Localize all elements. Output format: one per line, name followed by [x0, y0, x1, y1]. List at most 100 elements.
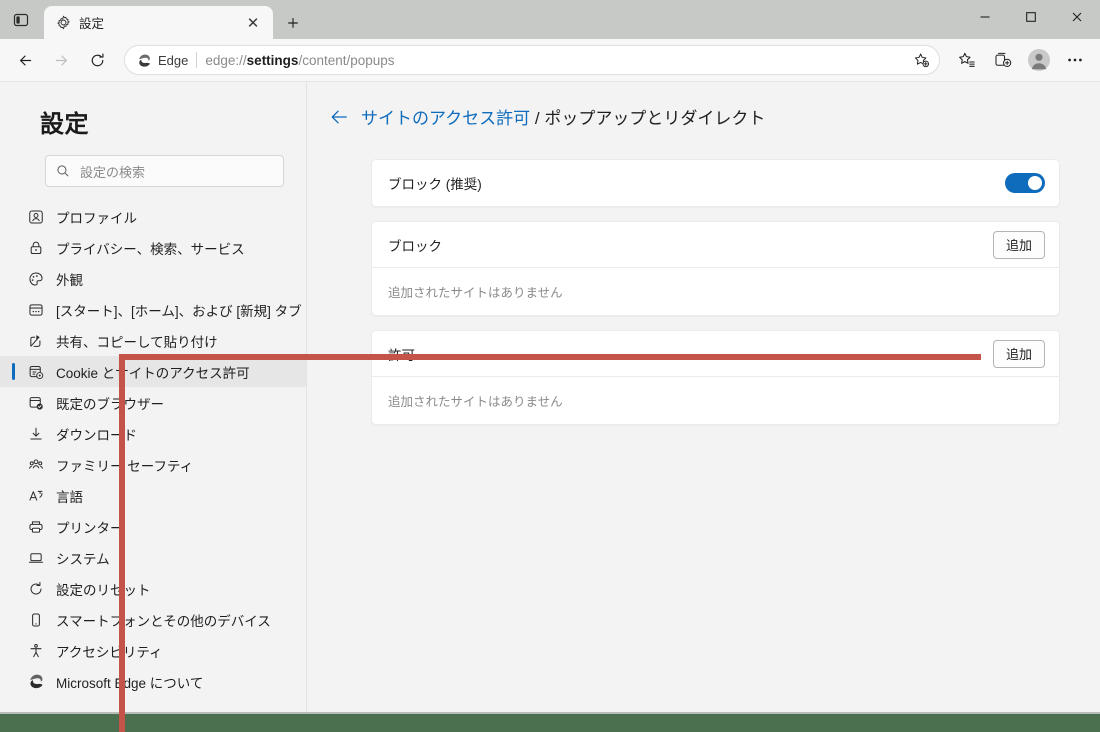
sidebar-item-label: 共有、コピーして貼り付け	[56, 334, 218, 350]
url-suffix: /content/popups	[298, 52, 395, 68]
maximize-button[interactable]	[1008, 0, 1054, 33]
omnibox-divider	[196, 52, 198, 68]
sidebar-item-label: プライバシー、検索、サービス	[56, 241, 245, 257]
toggle-knob	[1028, 176, 1042, 190]
sidebar-item-label: 既定のブラウザー	[56, 396, 164, 412]
block-popups-toggle[interactable]	[1005, 173, 1045, 193]
edge-logo-icon	[137, 53, 152, 68]
lock-icon	[27, 239, 45, 257]
settings-sidebar: 設定 設定の検索 プロファイル プライバシー、検索、サービス 外観 [スタート]…	[0, 82, 307, 712]
settings-page: 設定 設定の検索 プロファイル プライバシー、検索、サービス 外観 [スタート]…	[0, 82, 1100, 712]
palette-icon	[27, 270, 45, 288]
tab-close-button[interactable]: ✕	[241, 11, 265, 35]
sidebar-item-profile[interactable]: プロファイル	[0, 201, 306, 232]
url-text: edge://settings/content/popups	[205, 53, 899, 68]
breadcrumb-current: ポップアップとリダイレクト	[544, 109, 766, 128]
settings-nav: プロファイル プライバシー、検索、サービス 外観 [スタート]、[ホーム]、およ…	[0, 201, 306, 697]
back-button[interactable]	[8, 43, 42, 77]
reset-icon	[27, 580, 45, 598]
collections-icon[interactable]	[986, 43, 1020, 77]
sidebar-item-label: プロファイル	[56, 210, 137, 226]
sidebar-item-share-copy-paste[interactable]: 共有、コピーして貼り付け	[0, 325, 306, 356]
sidebar-item-printers[interactable]: プリンター	[0, 511, 306, 542]
edge-logo-icon	[27, 673, 45, 691]
breadcrumb-separator: /	[530, 109, 545, 128]
sidebar-item-default-browser[interactable]: 既定のブラウザー	[0, 387, 306, 418]
url-prefix: edge://	[205, 52, 247, 68]
sidebar-item-label: 言語	[56, 489, 83, 505]
sidebar-item-languages[interactable]: 言語	[0, 480, 306, 511]
card-title: ブロック	[388, 238, 442, 254]
accessibility-icon	[27, 642, 45, 660]
breadcrumb-parent-link[interactable]: サイトのアクセス許可	[361, 109, 530, 128]
add-button[interactable]: 追加	[993, 230, 1045, 259]
sidebar-item-family-safety[interactable]: ファミリー セーフティ	[0, 449, 306, 480]
tab-actions-button[interactable]	[0, 0, 42, 39]
printer-icon	[27, 518, 45, 536]
profile-avatar-icon[interactable]	[1022, 43, 1056, 77]
share-icon	[27, 332, 45, 350]
minimize-button[interactable]	[962, 0, 1008, 33]
new-tab-button[interactable]	[281, 11, 305, 35]
window-controls	[962, 0, 1100, 39]
cookie-gear-icon	[27, 363, 45, 381]
browser-check-icon	[27, 394, 45, 412]
address-bar[interactable]: Edge edge://settings/content/popups	[124, 45, 940, 75]
page-title: 設定	[40, 111, 89, 138]
gear-icon	[56, 15, 71, 30]
refresh-button[interactable]	[80, 43, 114, 77]
sidebar-item-label: Cookie とサイトのアクセス許可	[56, 365, 250, 381]
block-list-card: ブロック 追加 追加されたサイトはありません	[371, 221, 1060, 316]
block-recommended-card: ブロック (推奨)	[371, 159, 1060, 207]
card-title: ブロック (推奨)	[388, 177, 482, 192]
browser-toolbar: Edge edge://settings/content/popups	[0, 39, 1100, 82]
card-header-row: ブロック (推奨)	[372, 160, 1059, 206]
sidebar-item-about-edge[interactable]: Microsoft Edge について	[0, 666, 306, 697]
arrow-left-icon[interactable]	[329, 107, 349, 127]
sidebar-item-downloads[interactable]: ダウンロード	[0, 418, 306, 449]
people-icon	[27, 456, 45, 474]
url-bold-segment: settings	[246, 52, 299, 68]
translate-icon	[27, 487, 45, 505]
sidebar-item-label: [スタート]、[ホーム]、および [新規] タブ	[56, 303, 302, 319]
sidebar-item-label: アクセシビリティ	[56, 644, 163, 660]
search-icon	[56, 164, 70, 178]
sidebar-item-privacy[interactable]: プライバシー、検索、サービス	[0, 232, 306, 263]
sidebar-item-label: プリンター	[56, 520, 124, 536]
forward-button[interactable]	[44, 43, 78, 77]
sidebar-item-cookies-site-permissions[interactable]: Cookie とサイトのアクセス許可	[0, 356, 306, 387]
sidebar-item-label: 外観	[56, 272, 83, 288]
settings-content: サイトのアクセス許可 / ポップアップとリダイレクト ブロック (推奨) ブロッ…	[307, 82, 1100, 712]
download-icon	[27, 425, 45, 443]
phone-icon	[27, 611, 45, 629]
favorites-list-icon[interactable]	[950, 43, 984, 77]
ellipsis-icon[interactable]	[1058, 43, 1092, 77]
sidebar-item-label: システム	[56, 551, 110, 567]
sidebar-item-label: Microsoft Edge について	[56, 675, 204, 691]
sidebar-item-appearance[interactable]: 外観	[0, 263, 306, 294]
sidebar-item-system[interactable]: システム	[0, 542, 306, 573]
allow-list-card: 許可 追加 追加されたサイトはありません	[371, 330, 1060, 425]
tab-strip: 設定 ✕	[0, 0, 1100, 39]
laptop-icon	[27, 549, 45, 567]
annotation-horizontal-line	[119, 354, 981, 360]
search-input[interactable]: 設定の検索	[45, 155, 284, 187]
breadcrumb-text: サイトのアクセス許可 / ポップアップとリダイレクト	[361, 104, 765, 129]
close-button[interactable]	[1054, 0, 1100, 33]
sidebar-item-phone-other-devices[interactable]: スマートフォンとその他のデバイス	[0, 604, 306, 635]
card-header-row: ブロック 追加	[372, 222, 1059, 268]
sidebar-item-start-home-newtab[interactable]: [スタート]、[ホーム]、および [新規] タブ	[0, 294, 306, 325]
sidebar-item-reset-settings[interactable]: 設定のリセット	[0, 573, 306, 604]
sidebar-item-accessibility[interactable]: アクセシビリティ	[0, 635, 306, 666]
tab-title: 設定	[79, 17, 105, 31]
empty-state-text: 追加されたサイトはありません	[388, 286, 563, 300]
browser-window-icon	[27, 301, 45, 319]
breadcrumb: サイトのアクセス許可 / ポップアップとリダイレクト	[329, 104, 1060, 129]
annotation-vertical-line	[119, 354, 125, 732]
edge-identity-badge: Edge	[137, 53, 188, 68]
search-placeholder: 設定の検索	[80, 164, 146, 180]
browser-tab[interactable]: 設定 ✕	[44, 6, 273, 39]
edge-badge-label: Edge	[158, 52, 189, 68]
add-button[interactable]: 追加	[993, 339, 1045, 368]
star-add-icon[interactable]	[907, 47, 935, 73]
